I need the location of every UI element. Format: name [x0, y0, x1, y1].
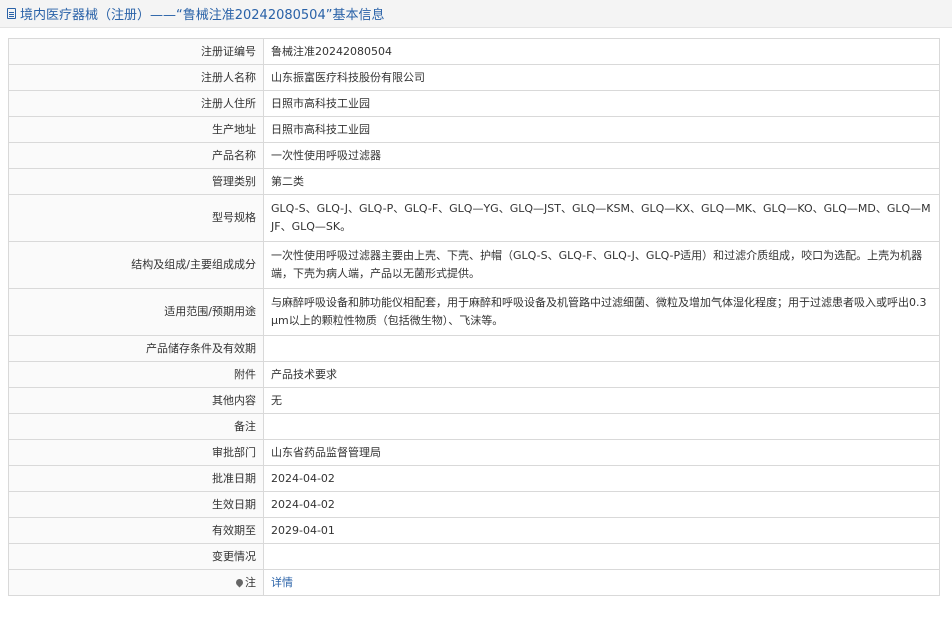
document-icon: [7, 8, 16, 19]
row-label: 注册人住所: [8, 90, 264, 117]
table-row: 生效日期 2024-04-02: [8, 491, 940, 518]
row-value: 一次性使用呼吸过滤器主要由上壳、下壳、护帽（GLQ-S、GLQ-F、GLQ-J、…: [263, 241, 940, 289]
table-row: 注册人住所 日照市高科技工业园: [8, 90, 940, 117]
info-table-container: 注册证编号 鲁械注准20242080504 注册人名称 山东振富医疗科技股份有限…: [8, 38, 940, 596]
row-label: 产品名称: [8, 142, 264, 169]
info-table: 注册证编号 鲁械注准20242080504 注册人名称 山东振富医疗科技股份有限…: [8, 38, 940, 596]
table-row: 有效期至 2029-04-01: [8, 517, 940, 544]
table-row: 备注: [8, 413, 940, 440]
table-row: 产品名称 一次性使用呼吸过滤器: [8, 142, 940, 169]
table-row: 产品储存条件及有效期: [8, 335, 940, 362]
row-value: 产品技术要求: [263, 361, 940, 388]
row-value: 第二类: [263, 168, 940, 195]
row-value: 2024-04-02: [263, 465, 940, 492]
row-value: 日照市高科技工业园: [263, 116, 940, 143]
row-value: [263, 413, 940, 440]
note-row: 注 详情: [8, 569, 940, 596]
table-row: 注册证编号 鲁械注准20242080504: [8, 38, 940, 65]
table-row: 管理类别 第二类: [8, 168, 940, 195]
table-row: 审批部门 山东省药品监督管理局: [8, 439, 940, 466]
table-row: 批准日期 2024-04-02: [8, 465, 940, 492]
table-row: 变更情况: [8, 543, 940, 570]
row-value: 2029-04-01: [263, 517, 940, 544]
row-label: 结构及组成/主要组成成分: [8, 241, 264, 289]
row-label: 生效日期: [8, 491, 264, 518]
table-row: 附件 产品技术要求: [8, 361, 940, 388]
row-label: 有效期至: [8, 517, 264, 544]
row-label: 适用范围/预期用途: [8, 288, 264, 336]
table-row: 适用范围/预期用途 与麻醉呼吸设备和肺功能仪相配套，用于麻醉和呼吸设备及机管路中…: [8, 288, 940, 336]
row-label: 批准日期: [8, 465, 264, 492]
table-row: 其他内容 无: [8, 387, 940, 414]
table-row: 型号规格 GLQ-S、GLQ-J、GLQ-P、GLQ-F、GLQ—YG、GLQ—…: [8, 194, 940, 242]
row-value: 与麻醉呼吸设备和肺功能仪相配套，用于麻醉和呼吸设备及机管路中过滤细菌、微粒及增加…: [263, 288, 940, 336]
row-value: 日照市高科技工业园: [263, 90, 940, 117]
table-row: 生产地址 日照市高科技工业园: [8, 116, 940, 143]
table-row: 结构及组成/主要组成成分 一次性使用呼吸过滤器主要由上壳、下壳、护帽（GLQ-S…: [8, 241, 940, 289]
row-label: 注册人名称: [8, 64, 264, 91]
row-value: GLQ-S、GLQ-J、GLQ-P、GLQ-F、GLQ—YG、GLQ—JST、G…: [263, 194, 940, 242]
pin-icon: [234, 577, 245, 587]
row-label: 附件: [8, 361, 264, 388]
row-value: [263, 543, 940, 570]
note-label-cell: 注: [8, 569, 264, 596]
row-value: 山东振富医疗科技股份有限公司: [263, 64, 940, 91]
row-value: [263, 335, 940, 362]
note-value-cell: 详情: [263, 569, 940, 596]
row-value: 山东省药品监督管理局: [263, 439, 940, 466]
row-label: 型号规格: [8, 194, 264, 242]
page-header: 境内医疗器械（注册）——“鲁械注准20242080504”基本信息: [0, 0, 952, 28]
row-label: 注册证编号: [8, 38, 264, 65]
row-label: 备注: [8, 413, 264, 440]
row-label: 生产地址: [8, 116, 264, 143]
row-label: 审批部门: [8, 439, 264, 466]
details-link[interactable]: 详情: [271, 576, 293, 589]
row-value: 鲁械注准20242080504: [263, 38, 940, 65]
note-label: 注: [245, 575, 256, 589]
row-label: 其他内容: [8, 387, 264, 414]
page-title: 境内医疗器械（注册）——“鲁械注准20242080504”基本信息: [20, 8, 385, 23]
row-value: 一次性使用呼吸过滤器: [263, 142, 940, 169]
row-value: 2024-04-02: [263, 491, 940, 518]
table-row: 注册人名称 山东振富医疗科技股份有限公司: [8, 64, 940, 91]
row-label: 变更情况: [8, 543, 264, 570]
row-label: 管理类别: [8, 168, 264, 195]
row-value: 无: [263, 387, 940, 414]
row-label: 产品储存条件及有效期: [8, 335, 264, 362]
